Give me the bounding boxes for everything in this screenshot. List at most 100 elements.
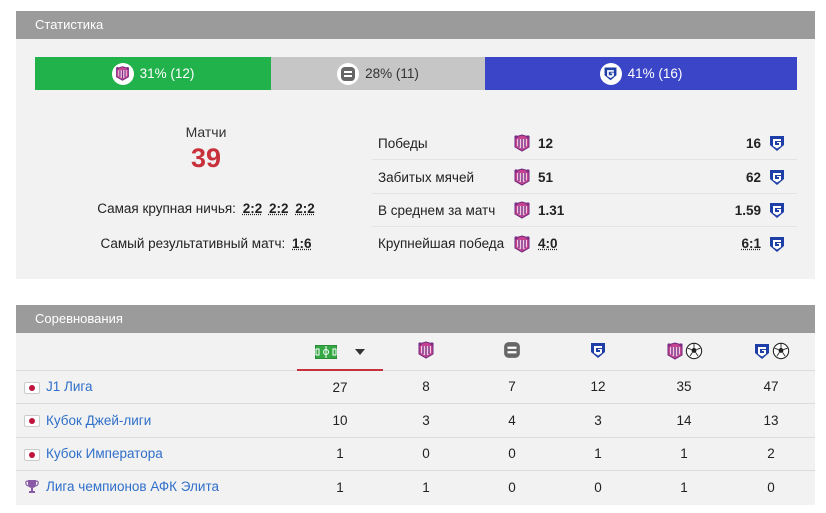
away-wins-cell: 1 bbox=[555, 436, 641, 471]
statistics-header: Статистика bbox=[16, 11, 815, 39]
away-goals-cell: 0 bbox=[727, 470, 815, 504]
draws-cell: 0 bbox=[469, 470, 555, 504]
away-team-crest-icon bbox=[752, 341, 772, 361]
away-value: 62 bbox=[745, 169, 761, 185]
most-goals-row: Самый результативный матч: 1:6 bbox=[16, 236, 396, 251]
away-team-crest-icon bbox=[767, 167, 787, 187]
home-team-crest-icon bbox=[111, 62, 134, 85]
away-biggest-win-link[interactable]: 6:1 bbox=[741, 236, 761, 251]
away-wins-cell: 12 bbox=[555, 369, 641, 404]
away-wins-cell: 0 bbox=[555, 470, 641, 504]
comparison-label: В среднем за матч bbox=[378, 202, 496, 218]
away-goals-cell: 13 bbox=[727, 403, 815, 437]
most-goals-label: Самый результативный матч: bbox=[100, 236, 286, 251]
competition-column-header bbox=[16, 333, 297, 370]
away-team-crest-icon bbox=[767, 133, 787, 153]
away-goals-cell: 47 bbox=[727, 369, 815, 404]
matches-cell: 27 bbox=[297, 369, 383, 404]
japan-flag-icon bbox=[24, 381, 40, 394]
home-team-crest-icon bbox=[665, 341, 685, 361]
comparison-row-wins: Победы 12 16 bbox=[372, 127, 797, 160]
away-value: 16 bbox=[745, 135, 761, 151]
biggest-draw-label: Самая крупная ничья: bbox=[97, 201, 236, 216]
home-wins-column-header[interactable] bbox=[383, 333, 469, 370]
japan-flag-icon bbox=[24, 415, 40, 428]
biggest-draw-score[interactable]: 2:2 bbox=[295, 201, 315, 216]
home-goals-column-header[interactable] bbox=[641, 333, 727, 370]
biggest-draw-row: Самая крупная ничья: 2:2 2:2 2:2 bbox=[16, 201, 396, 216]
home-value: 1.31 bbox=[538, 202, 565, 218]
home-wins-cell: 0 bbox=[383, 436, 469, 471]
biggest-draw-score[interactable]: 2:2 bbox=[243, 201, 263, 216]
home-wins-segment[interactable]: 31% (12) bbox=[35, 57, 271, 90]
draws-label: 28% (11) bbox=[365, 66, 419, 81]
home-wins-cell: 1 bbox=[383, 470, 469, 504]
draws-cell: 0 bbox=[469, 436, 555, 471]
home-value: 12 bbox=[538, 135, 554, 151]
competition-link[interactable]: Лига чемпионов АФК Элита bbox=[46, 479, 219, 494]
comparison-row-average: В среднем за матч 1.31 1.59 bbox=[372, 194, 797, 227]
away-wins-column-header[interactable] bbox=[555, 333, 641, 370]
table-row: J1 Лига 27 8 7 12 35 47 bbox=[16, 369, 815, 404]
away-wins-segment[interactable]: 41% (16) bbox=[485, 57, 797, 90]
home-goals-cell: 1 bbox=[641, 470, 727, 504]
home-wins-label: 31% (12) bbox=[139, 66, 195, 81]
home-team-crest-icon bbox=[416, 340, 436, 360]
matches-cell: 1 bbox=[297, 436, 383, 471]
competition-link[interactable]: Кубок Императора bbox=[46, 446, 163, 461]
football-field-icon bbox=[315, 344, 337, 359]
away-wins-cell: 3 bbox=[555, 403, 641, 437]
away-value: 1.59 bbox=[734, 202, 761, 218]
japan-flag-icon bbox=[24, 448, 40, 461]
competition-link[interactable]: Кубок Джей-лиги bbox=[46, 413, 151, 428]
away-goals-cell: 2 bbox=[727, 436, 815, 471]
table-row: Кубок Императора 1 0 0 1 1 2 bbox=[16, 436, 815, 471]
trophy-icon bbox=[24, 478, 40, 497]
home-wins-cell: 8 bbox=[383, 369, 469, 404]
ball-icon bbox=[685, 342, 703, 360]
comparison-row-goals: Забитых мячей 51 62 bbox=[372, 161, 797, 194]
away-wins-label: 41% (16) bbox=[627, 66, 683, 81]
home-team-crest-icon bbox=[512, 200, 532, 220]
draw-icon bbox=[504, 341, 520, 358]
home-team-crest-icon bbox=[512, 234, 532, 254]
home-wins-cell: 3 bbox=[383, 403, 469, 437]
home-goals-cell: 14 bbox=[641, 403, 727, 437]
home-biggest-win-link[interactable]: 4:0 bbox=[538, 236, 558, 251]
home-goals-cell: 1 bbox=[641, 436, 727, 471]
home-goals-cell: 35 bbox=[641, 369, 727, 404]
sort-down-icon[interactable] bbox=[355, 348, 365, 355]
comparison-label: Забитых мячей bbox=[378, 169, 474, 185]
most-goals-score[interactable]: 1:6 bbox=[292, 236, 312, 251]
results-bar: 31% (12) 28% (11) 41% (16) bbox=[35, 57, 797, 90]
comparison-label: Победы bbox=[378, 135, 428, 151]
draw-icon bbox=[337, 62, 360, 85]
matches-label: Матчи bbox=[185, 124, 227, 140]
away-team-crest-icon bbox=[767, 234, 787, 254]
draws-column-header[interactable] bbox=[469, 333, 555, 370]
draws-cell: 7 bbox=[469, 369, 555, 404]
draws-cell: 4 bbox=[469, 403, 555, 437]
competition-link[interactable]: J1 Лига bbox=[46, 379, 93, 394]
draws-segment[interactable]: 28% (11) bbox=[271, 57, 485, 90]
table-row: Лига чемпионов АФК Элита 1 1 0 0 1 0 bbox=[16, 470, 815, 504]
away-team-crest-icon bbox=[767, 200, 787, 220]
ball-icon bbox=[772, 342, 790, 360]
competitions-header: Соревнования bbox=[16, 305, 815, 333]
away-team-crest-icon bbox=[588, 340, 608, 360]
away-goals-column-header[interactable] bbox=[727, 333, 815, 370]
home-team-crest-icon bbox=[512, 167, 532, 187]
competitions-table: J1 Лига 27 8 7 12 35 47 Кубок Джей-лиги … bbox=[16, 333, 815, 504]
statistics-panel: Статистика 31% (12) 28% (11) 41% (16) Ма… bbox=[16, 11, 815, 279]
home-team-crest-icon bbox=[512, 133, 532, 153]
comparison-row-biggest-win: Крупнейшая победа 4:0 6:1 bbox=[372, 227, 797, 260]
home-value: 51 bbox=[538, 169, 554, 185]
matches-column-header[interactable] bbox=[297, 333, 383, 371]
biggest-draw-score[interactable]: 2:2 bbox=[269, 201, 289, 216]
matches-cell: 1 bbox=[297, 470, 383, 504]
competitions-panel: Соревнования J1 Лига 27 8 7 12 35 47 Куб… bbox=[16, 305, 815, 505]
table-header-row bbox=[16, 333, 815, 371]
comparison-label: Крупнейшая победа bbox=[378, 236, 505, 251]
matches-block: Матчи 39 bbox=[16, 124, 396, 174]
matches-cell: 10 bbox=[297, 403, 383, 437]
